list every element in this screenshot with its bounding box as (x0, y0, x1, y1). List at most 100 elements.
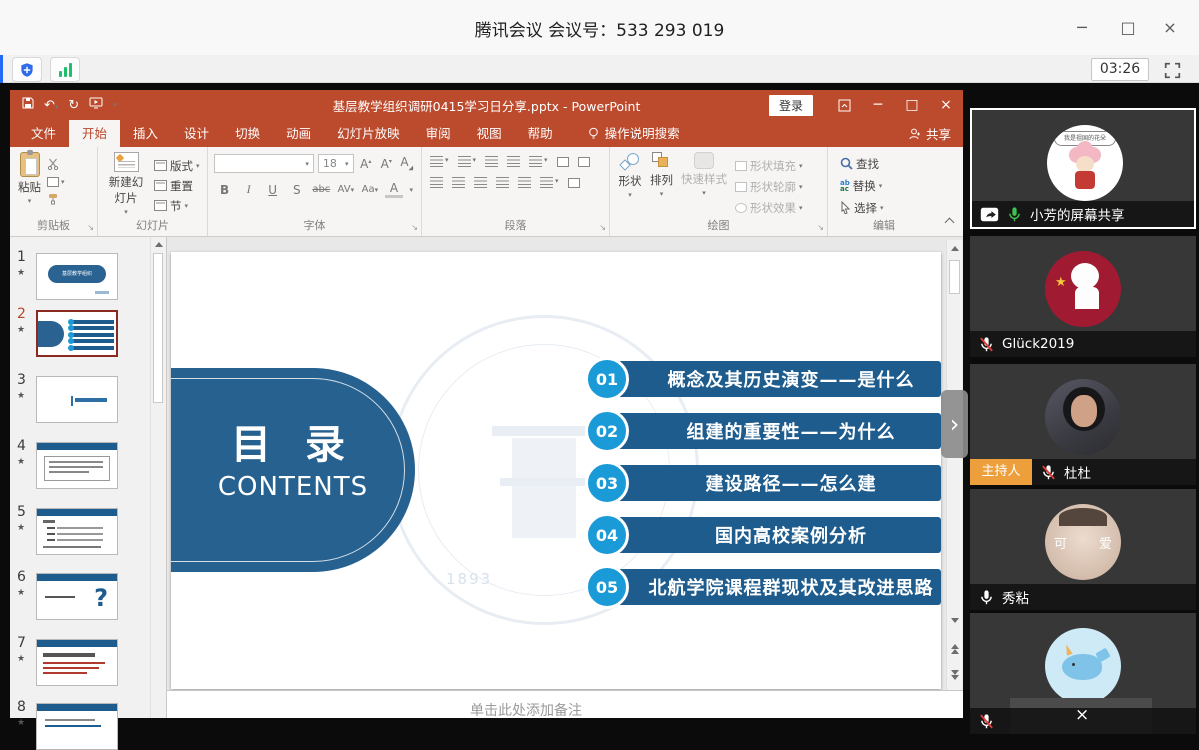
shape-fill-button[interactable]: 形状填充▾ (735, 156, 803, 175)
participant-tile[interactable]: 主持人 杜杜 (970, 364, 1196, 485)
layout-button[interactable]: 版式▾ (154, 156, 200, 175)
shrink-font-icon[interactable]: A▾ (378, 157, 395, 171)
increase-indent-icon[interactable] (507, 156, 520, 167)
panel-collapse-handle[interactable]: › (941, 390, 968, 458)
ribbon-display-options-icon[interactable] (827, 90, 861, 120)
shape-effects-button[interactable]: 形状效果▾ (735, 198, 803, 217)
ppt-close-button[interactable]: × (929, 90, 963, 120)
slide-thumbnail-3[interactable] (36, 376, 118, 423)
qat-customize-icon[interactable]: ▾ (113, 101, 117, 109)
person-icon (909, 128, 921, 140)
reset-button[interactable]: 重置 (154, 176, 200, 195)
grow-font-icon[interactable]: A▴ (358, 157, 375, 171)
notes-pane[interactable]: 单击此处添加备注 (167, 690, 963, 718)
format-painter-icon[interactable] (47, 190, 65, 209)
participant-tile[interactable]: × (970, 613, 1196, 734)
section-button[interactable]: 节▾ (154, 196, 200, 215)
start-slideshow-icon[interactable] (89, 97, 103, 113)
toc-item-text: 北航学院课程群现状及其改进思路 (607, 569, 941, 605)
shapes-button[interactable]: 形状▾ (618, 152, 642, 217)
ppt-minimize-button[interactable]: ─ (861, 90, 895, 120)
align-text-icon[interactable] (578, 157, 590, 167)
share-button[interactable]: 共享 (909, 120, 951, 147)
cut-icon[interactable] (47, 155, 65, 174)
bullets-icon[interactable]: ▾ (430, 156, 449, 167)
select-button[interactable]: 选择▾ (840, 198, 940, 217)
slide-thumbnail-4[interactable] (36, 442, 118, 489)
text-direction-icon[interactable] (557, 157, 569, 167)
copy-icon[interactable]: ▾ (47, 177, 65, 187)
underline-icon[interactable]: U (264, 183, 281, 197)
smartart-convert-icon[interactable] (568, 178, 580, 188)
ribbon-group-font: ▾ 18▾ A▴ A▾ A◢ B I U S abc AV▾ Aa▾ A▾ 字体… (208, 147, 422, 236)
ribbon-tab-开始[interactable]: 开始 (69, 120, 120, 147)
distribute-icon[interactable] (518, 177, 531, 188)
toc-item: 国内高校案例分析 04 (585, 513, 941, 557)
meeting-titlebar: 腾讯会议 会议号：533 293 019 ─ □ × (0, 0, 1199, 55)
replace-button[interactable]: abac 替换▾ (840, 176, 940, 195)
numbering-icon[interactable]: ▾ (458, 156, 477, 167)
toc-item-number: 03 (585, 461, 629, 505)
ribbon-tab-切换[interactable]: 切换 (222, 120, 273, 147)
slide-thumbnail-8[interactable] (36, 703, 118, 750)
slide-canvas[interactable]: 1893 目 录 CONTENTS 概念及其历史演变——是什么 01 组建的重要… (171, 252, 941, 689)
char-spacing-icon[interactable]: AV▾ (337, 184, 354, 195)
justify-icon[interactable] (496, 177, 509, 188)
shape-outline-button[interactable]: 形状轮廓▾ (735, 177, 803, 196)
ribbon-tab-文件[interactable]: 文件 (18, 120, 69, 147)
decrease-indent-icon[interactable] (485, 156, 498, 167)
slide-scrollbar[interactable] (946, 240, 962, 690)
find-button[interactable]: 查找 (840, 154, 940, 173)
arrange-button[interactable]: 排列▾ (650, 152, 673, 217)
participant-tile[interactable]: 可 爱 秀粘 (970, 489, 1196, 610)
fullscreen-icon[interactable] (1161, 59, 1183, 81)
slide-thumbnail-5[interactable] (36, 508, 118, 555)
clear-format-icon[interactable]: A◢ (399, 155, 416, 171)
change-case-icon[interactable]: Aa▾ (361, 184, 378, 195)
ribbon-tab-幻灯片放映[interactable]: 幻灯片放映 (324, 120, 413, 147)
thumbnail-scrollbar[interactable] (150, 237, 165, 718)
tell-me-search[interactable]: 操作说明搜索 (588, 120, 680, 147)
save-icon[interactable] (22, 97, 34, 113)
slide-thumbnail-1[interactable]: 基层教学组织 (36, 253, 118, 300)
line-spacing-icon[interactable]: ▾ (529, 156, 548, 167)
align-center-icon[interactable] (452, 177, 465, 188)
meeting-maximize-button[interactable]: □ (1107, 0, 1149, 55)
paste-button[interactable]: 粘贴▾ (18, 152, 41, 209)
meeting-close-button[interactable]: × (1149, 0, 1191, 55)
font-color-icon[interactable]: A (385, 181, 402, 198)
slide-thumbnail-panel[interactable]: 1 ★ 基层教学组织2 ★ 3 ★ 4 ★ 5 ★ 6 ★ ?7 ★ 8 ★ (10, 237, 166, 718)
font-size-combo[interactable]: 18▾ (318, 154, 354, 173)
new-slide-button[interactable]: 新建幻灯片▾ (105, 152, 147, 216)
close-icon[interactable]: × (1075, 705, 1089, 725)
undo-icon[interactable]: ↶▾ (44, 98, 58, 113)
ribbon-tab-设计[interactable]: 设计 (171, 120, 222, 147)
strikethrough-icon[interactable]: abc (312, 184, 330, 195)
participant-tile[interactable]: 我是祖国的花朵 小芳的屏幕共享 (970, 108, 1196, 229)
quick-styles-button[interactable]: 快速样式▾ (681, 152, 727, 217)
ppt-maximize-button[interactable]: □ (895, 90, 929, 120)
signin-button[interactable]: 登录 (769, 95, 813, 116)
font-name-combo[interactable]: ▾ (214, 154, 314, 173)
slide-thumbnail-6[interactable]: ? (36, 573, 118, 620)
security-shield-icon[interactable] (12, 57, 42, 82)
text-shadow-icon[interactable]: S (288, 183, 305, 197)
ribbon-tab-动画[interactable]: 动画 (273, 120, 324, 147)
slide-thumbnail-2[interactable] (36, 310, 118, 357)
ribbon-tab-审阅[interactable]: 审阅 (413, 120, 464, 147)
bold-icon[interactable]: B (216, 183, 233, 197)
collapse-ribbon-icon[interactable] (945, 218, 955, 228)
align-right-icon[interactable] (474, 177, 487, 188)
slide-thumbnail-7[interactable] (36, 639, 118, 686)
ribbon-tab-视图[interactable]: 视图 (464, 120, 515, 147)
ribbon-tab-插入[interactable]: 插入 (120, 120, 171, 147)
ribbon-tab-帮助[interactable]: 帮助 (515, 120, 566, 147)
participant-tile[interactable]: ★ Glück2019 (970, 236, 1196, 357)
redo-icon[interactable]: ↻ (68, 98, 79, 113)
align-left-icon[interactable] (430, 177, 443, 188)
network-signal-icon[interactable] (50, 57, 80, 82)
columns-icon[interactable]: ▾ (540, 177, 559, 188)
meeting-minimize-button[interactable]: ─ (1061, 0, 1103, 55)
italic-icon[interactable]: I (240, 182, 257, 197)
arrange-icon (652, 152, 672, 170)
